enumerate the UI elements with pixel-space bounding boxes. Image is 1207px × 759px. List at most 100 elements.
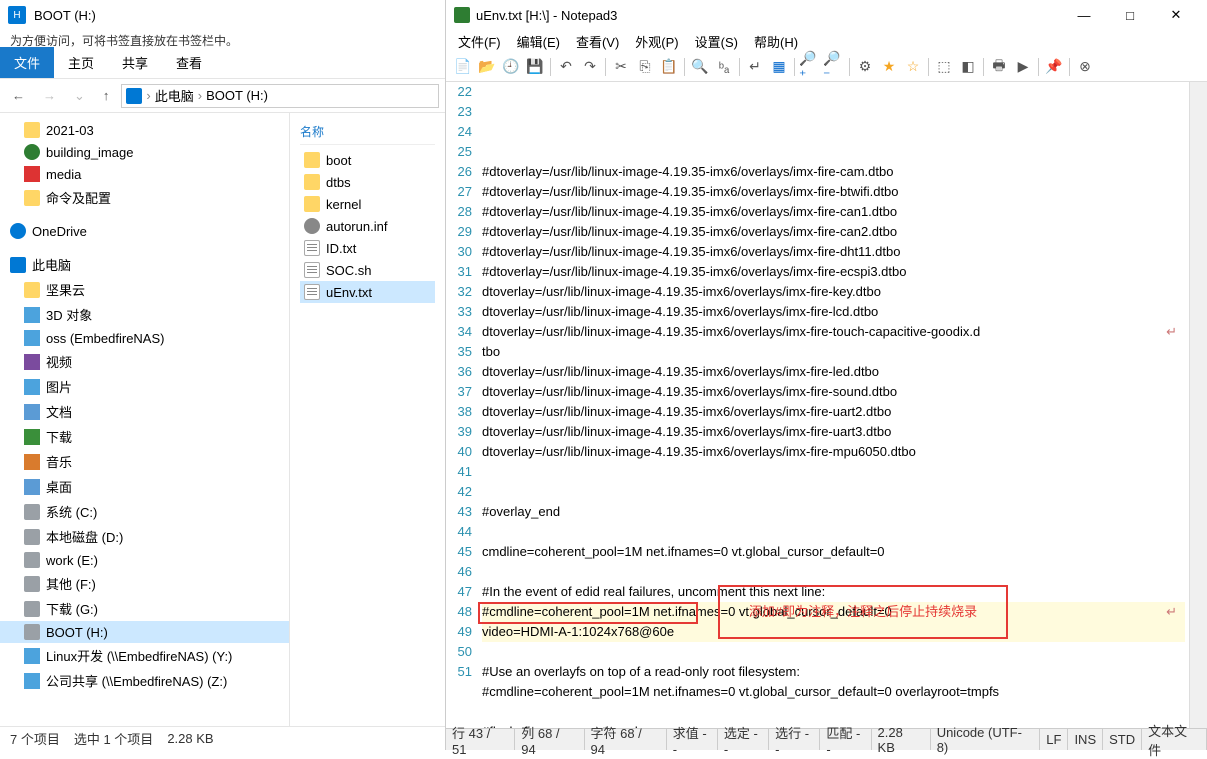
code-line[interactable]: dtoverlay=/usr/lib/linux-image-4.19.35-i… (482, 322, 1185, 342)
chevron-right-icon[interactable]: › (146, 88, 150, 103)
tree-item[interactable]: work (E:) (0, 549, 289, 571)
file-item[interactable]: uEnv.txt (300, 281, 435, 303)
chevron-right-icon[interactable]: › (198, 88, 202, 103)
nav-back-icon[interactable]: ← (6, 84, 31, 107)
tree-item[interactable]: 音乐 (0, 449, 289, 474)
tree-item[interactable]: 本地磁盘 (D:) (0, 524, 289, 549)
code-line[interactable]: #overlay_end (482, 502, 1185, 522)
tree-item[interactable]: oss (EmbedfireNAS) (0, 327, 289, 349)
code-line[interactable]: dtoverlay=/usr/lib/linux-image-4.19.35-i… (482, 382, 1185, 402)
tree-item[interactable]: building_image (0, 141, 289, 163)
tree-item[interactable]: 文档 (0, 399, 289, 424)
replace-icon[interactable]: ᵇₐ (713, 56, 735, 78)
save-icon[interactable]: 💾 (524, 56, 546, 78)
breadcrumb[interactable]: › 此电脑 › BOOT (H:) (121, 84, 439, 108)
file-item[interactable]: boot (300, 149, 435, 171)
tree-item[interactable]: 视频 (0, 349, 289, 374)
file-item[interactable]: kernel (300, 193, 435, 215)
tab-file[interactable]: 文件 (0, 47, 54, 78)
code-line[interactable]: tbo (482, 342, 1185, 362)
code-line[interactable] (482, 482, 1185, 502)
tree-item[interactable]: 图片 (0, 374, 289, 399)
file-item[interactable]: SOC.sh (300, 259, 435, 281)
editor[interactable]: 2223242526272829303132333435363738394041… (446, 82, 1207, 728)
paste-icon[interactable]: 📋 (658, 56, 680, 78)
guide-icon[interactable]: ▦ (768, 56, 790, 78)
tree-item[interactable]: Linux开发 (\\EmbedfireNAS) (Y:) (0, 643, 289, 668)
code-line[interactable] (482, 462, 1185, 482)
history-icon[interactable]: 🕘 (500, 56, 522, 78)
tree-item[interactable]: 桌面 (0, 474, 289, 499)
undo-icon[interactable]: ↶ (555, 56, 577, 78)
nav-forward-icon[interactable]: → (37, 84, 62, 107)
zoomout-icon[interactable]: 🔎⁻ (823, 56, 845, 78)
code-line[interactable]: #dtoverlay=/usr/lib/linux-image-4.19.35-… (482, 182, 1185, 202)
code-line[interactable]: dtoverlay=/usr/lib/linux-image-4.19.35-i… (482, 402, 1185, 422)
redo-icon[interactable]: ↷ (579, 56, 601, 78)
fav-icon[interactable]: ☆ (902, 56, 924, 78)
tree-item[interactable]: 系统 (C:) (0, 499, 289, 524)
tree-onedrive[interactable]: OneDrive (0, 220, 289, 242)
nav-recent-icon[interactable]: ⌄ (68, 84, 91, 108)
tab-share[interactable]: 共享 (108, 47, 162, 78)
tree-item[interactable]: 下载 (G:) (0, 596, 289, 621)
code-line[interactable]: cmdline=coherent_pool=1M net.ifnames=0 v… (482, 542, 1185, 562)
tree-thispc[interactable]: 此电脑 (0, 252, 289, 277)
fav-add-icon[interactable]: ★ (878, 56, 900, 78)
tree-item[interactable]: media (0, 163, 289, 185)
menu-item[interactable]: 外观(P) (627, 30, 686, 53)
code-line[interactable]: #flash_firmware=continued (482, 722, 1185, 728)
pin-icon[interactable]: 📌 (1043, 56, 1065, 78)
file-item[interactable]: dtbs (300, 171, 435, 193)
crumb-pc[interactable]: 此电脑 (155, 86, 194, 105)
tree-item[interactable]: 其他 (F:) (0, 571, 289, 596)
file-item[interactable]: ID.txt (300, 237, 435, 259)
code-line[interactable]: dtoverlay=/usr/lib/linux-image-4.19.35-i… (482, 302, 1185, 322)
code-line[interactable] (482, 642, 1185, 662)
wordwrap-icon[interactable]: ↵ (744, 56, 766, 78)
status-ins[interactable]: INS (1068, 729, 1103, 750)
find-icon[interactable]: 🔍 (689, 56, 711, 78)
vertical-scrollbar[interactable] (1189, 82, 1207, 728)
tree-item[interactable]: BOOT (H:) (0, 621, 289, 643)
code-line[interactable]: #cmdline=coherent_pool=1M net.ifnames=0 … (482, 682, 1185, 702)
new-icon[interactable]: 📄 (452, 56, 474, 78)
tree-item[interactable]: 3D 对象 (0, 302, 289, 327)
transparent-icon[interactable]: ◧ (957, 56, 979, 78)
file-item[interactable]: autorun.inf (300, 215, 435, 237)
menu-item[interactable]: 帮助(H) (746, 30, 806, 53)
crumb-drive[interactable]: BOOT (H:) (206, 88, 268, 103)
tree-item[interactable]: 2021-03 (0, 119, 289, 141)
tree-item[interactable]: 公司共享 (\\EmbedfireNAS) (Z:) (0, 668, 289, 693)
code-line[interactable]: dtoverlay=/usr/lib/linux-image-4.19.35-i… (482, 422, 1185, 442)
nav-tree[interactable]: 2021-03building_imagemedia命令及配置OneDrive此… (0, 113, 290, 726)
open-icon[interactable]: 📂 (476, 56, 498, 78)
copy-icon[interactable]: ⎘ (634, 56, 656, 78)
code-line[interactable]: dtoverlay=/usr/lib/linux-image-4.19.35-i… (482, 362, 1185, 382)
menu-item[interactable]: 文件(F) (450, 30, 509, 53)
code-area[interactable]: 添加#即为注释，注释之后停止持续烧录 #dtoverlay=/usr/lib/l… (478, 82, 1189, 728)
code-line[interactable]: #Use an overlayfs on top of a read-only … (482, 662, 1185, 682)
code-line[interactable] (482, 702, 1185, 722)
cut-icon[interactable]: ✂ (610, 56, 632, 78)
zoomin-icon[interactable]: 🔎⁺ (799, 56, 821, 78)
code-line[interactable]: #dtoverlay=/usr/lib/linux-image-4.19.35-… (482, 162, 1185, 182)
column-header-name[interactable]: 名称 (300, 119, 435, 145)
launch-icon[interactable]: ▶ (1012, 56, 1034, 78)
code-line[interactable]: #dtoverlay=/usr/lib/linux-image-4.19.35-… (482, 202, 1185, 222)
nav-up-icon[interactable]: ↑ (97, 84, 116, 107)
scheme-icon[interactable]: ⚙ (854, 56, 876, 78)
code-line[interactable]: dtoverlay=/usr/lib/linux-image-4.19.35-i… (482, 282, 1185, 302)
status-eol[interactable]: LF (1040, 729, 1068, 750)
code-line[interactable]: #dtoverlay=/usr/lib/linux-image-4.19.35-… (482, 262, 1185, 282)
minimize-button[interactable]: — (1061, 0, 1107, 30)
code-line[interactable]: #dtoverlay=/usr/lib/linux-image-4.19.35-… (482, 242, 1185, 262)
menu-item[interactable]: 设置(S) (687, 30, 746, 53)
exit-icon[interactable]: ⊗ (1074, 56, 1096, 78)
code-line[interactable] (482, 562, 1185, 582)
maximize-button[interactable]: □ (1107, 0, 1153, 30)
status-encoding[interactable]: Unicode (UTF-8) (931, 729, 1041, 750)
close-button[interactable]: ✕ (1153, 0, 1199, 30)
menu-item[interactable]: 查看(V) (568, 30, 627, 53)
tab-view[interactable]: 查看 (162, 47, 216, 78)
